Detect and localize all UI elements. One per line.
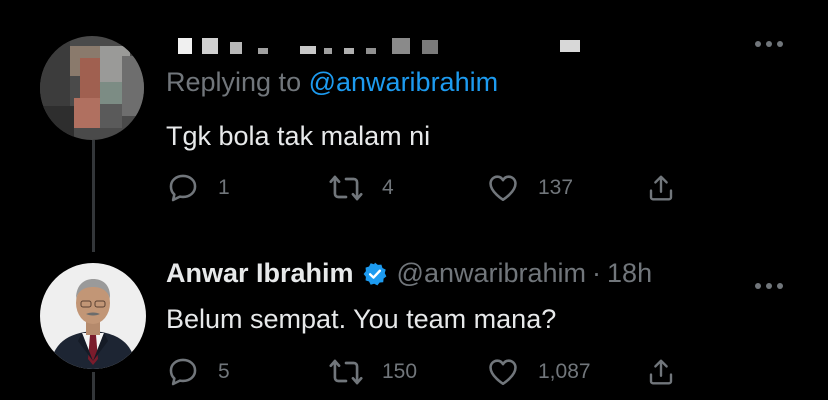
tweet-header: Anwar Ibrahim @anwaribrahim · 18h [166, 258, 652, 289]
like-button[interactable]: 1,087 [486, 354, 591, 390]
verified-badge-icon [362, 261, 388, 287]
handle-time-separator: · [592, 258, 602, 288]
retweet-count: 4 [382, 176, 394, 199]
thread-connector-line [92, 140, 95, 252]
comment-icon [169, 174, 197, 202]
avatar-censored[interactable] [40, 36, 144, 140]
more-options-button[interactable] [754, 26, 784, 52]
more-horizontal-icon [755, 41, 783, 47]
more-options-button[interactable] [754, 268, 784, 294]
replying-to-line: Replying to @anwaribrahim [166, 67, 498, 98]
censored-avatar-image [40, 36, 144, 140]
reply-count: 1 [218, 176, 230, 199]
retweet-button[interactable]: 150 [328, 354, 417, 390]
display-name[interactable]: Anwar Ibrahim [166, 258, 354, 289]
retweet-icon [329, 359, 363, 385]
profile-photo [40, 263, 146, 369]
tweet-timestamp[interactable]: 18h [607, 258, 652, 289]
heart-icon [489, 359, 517, 386]
thread-connector-line [92, 372, 95, 400]
censored-name-bar [178, 38, 580, 54]
retweet-icon [329, 175, 363, 201]
share-button[interactable] [646, 170, 676, 206]
share-button[interactable] [646, 354, 676, 390]
retweet-button[interactable]: 4 [328, 170, 394, 206]
main-tweet-text: Belum sempat. You team mana? [166, 304, 557, 334]
more-horizontal-icon [755, 283, 783, 289]
comment-icon [169, 358, 197, 386]
like-count: 137 [538, 176, 574, 199]
heart-icon [489, 175, 517, 202]
share-icon [649, 359, 673, 385]
reply-count: 5 [218, 360, 230, 383]
user-handle[interactable]: @anwaribrahim [397, 258, 586, 289]
retweet-count: 150 [382, 360, 418, 383]
main-tweet-actions: 5 150 1,087 [166, 354, 696, 390]
reply-button[interactable]: 5 [166, 354, 230, 390]
like-button[interactable]: 137 [486, 170, 573, 206]
like-count: 1,087 [538, 360, 591, 383]
reply-button[interactable]: 1 [166, 170, 230, 206]
replying-to-label: Replying to [166, 67, 302, 97]
reply-tweet-actions: 1 4 137 [166, 170, 696, 206]
share-icon [649, 175, 673, 201]
replying-to-handle-link[interactable]: @anwaribrahim [309, 67, 498, 97]
reply-tweet-text: Tgk bola tak malam ni [166, 121, 431, 151]
avatar[interactable] [40, 263, 146, 369]
